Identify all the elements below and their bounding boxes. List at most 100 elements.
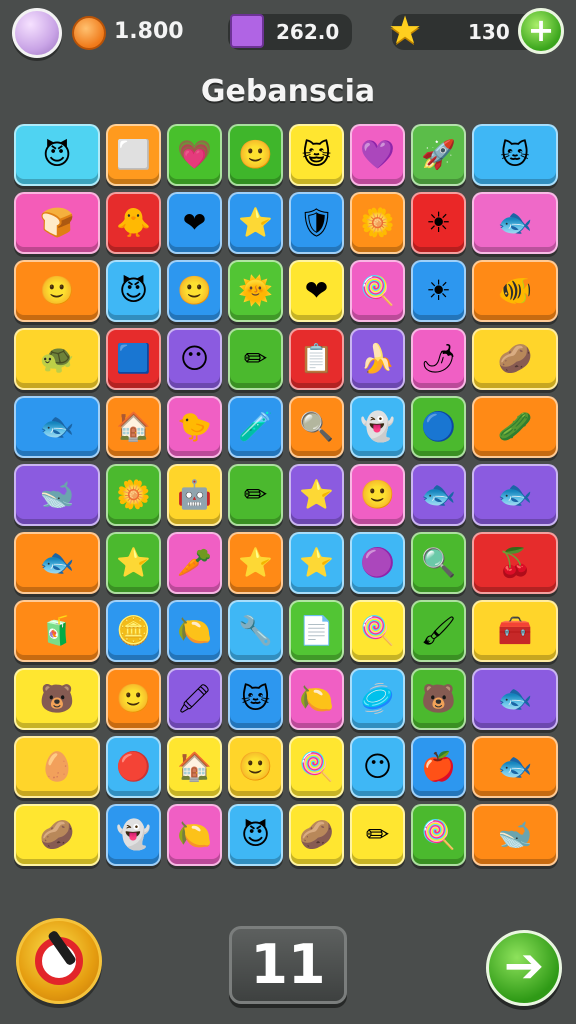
game-tile[interactable]: ✏ xyxy=(228,464,283,526)
game-tile[interactable]: ⭐ xyxy=(106,532,161,594)
game-tile[interactable]: 🤖 xyxy=(167,464,222,526)
game-tile[interactable]: 🐻 xyxy=(411,668,466,730)
game-tile[interactable]: 🙂 xyxy=(167,260,222,322)
game-tile[interactable]: 🍞 xyxy=(14,192,100,254)
game-tile[interactable]: ❤ xyxy=(167,192,222,254)
game-tile[interactable]: 🔍 xyxy=(289,396,344,458)
game-tile[interactable]: 😶 xyxy=(167,328,222,390)
game-tile[interactable]: ☀ xyxy=(411,192,466,254)
back-button[interactable] xyxy=(12,8,62,58)
game-tile[interactable]: 🍭 xyxy=(289,736,344,798)
game-tile[interactable]: 👻 xyxy=(106,804,161,866)
game-tile[interactable]: 🐠 xyxy=(472,260,558,322)
game-tile[interactable]: ✏ xyxy=(228,328,283,390)
game-tile[interactable]: 🙂 xyxy=(228,736,283,798)
game-tile[interactable]: 🖌 xyxy=(411,600,466,662)
game-tile[interactable]: 🥚 xyxy=(14,736,100,798)
game-tile[interactable]: 🥒 xyxy=(472,396,558,458)
game-tile[interactable]: 📋 xyxy=(289,328,344,390)
game-tile[interactable]: ⬜ xyxy=(106,124,161,186)
game-tile[interactable]: 🐢 xyxy=(14,328,100,390)
tile-icon: 🔴 xyxy=(116,750,151,783)
game-tile[interactable]: 👻 xyxy=(350,396,405,458)
game-tile[interactable]: 🐋 xyxy=(472,804,558,866)
game-tile[interactable]: 🙂 xyxy=(106,668,161,730)
game-tile[interactable]: 🙂 xyxy=(228,124,283,186)
game-tile[interactable]: 🌶 xyxy=(411,328,466,390)
game-tile[interactable]: 🍋 xyxy=(167,600,222,662)
game-tile[interactable]: 🥏 xyxy=(350,668,405,730)
game-tile[interactable]: ☀ xyxy=(411,260,466,322)
game-tile[interactable]: 🟣 xyxy=(350,532,405,594)
game-tile[interactable]: 😈 xyxy=(14,124,100,186)
game-tile[interactable]: 🐱 xyxy=(228,668,283,730)
game-tile[interactable]: 💜 xyxy=(350,124,405,186)
game-tile[interactable]: 🙂 xyxy=(14,260,100,322)
tile-icon: 📄 xyxy=(299,614,334,647)
game-tile[interactable]: 🌼 xyxy=(350,192,405,254)
game-tile[interactable]: 🥕 xyxy=(167,532,222,594)
game-tile[interactable]: 🏠 xyxy=(106,396,161,458)
game-tile[interactable]: 😈 xyxy=(228,804,283,866)
game-tile[interactable]: ⭐ xyxy=(289,532,344,594)
game-tile[interactable]: 😺 xyxy=(289,124,344,186)
game-tile[interactable]: 💗 xyxy=(167,124,222,186)
game-tile[interactable]: 🏠 xyxy=(167,736,222,798)
game-tile[interactable]: 🐟 xyxy=(411,464,466,526)
game-tile[interactable]: 🖍 xyxy=(167,668,222,730)
tile-icon: 🐥 xyxy=(116,206,151,239)
game-tile[interactable]: 😶 xyxy=(350,736,405,798)
game-tile[interactable]: 🥔 xyxy=(289,804,344,866)
game-tile[interactable]: 🛡 xyxy=(289,192,344,254)
tile-icon: ⭐ xyxy=(116,546,151,579)
game-tile[interactable]: ⭐ xyxy=(289,464,344,526)
game-tile[interactable]: ⭐ xyxy=(228,532,283,594)
game-tile[interactable]: 🟦 xyxy=(106,328,161,390)
game-tile[interactable]: 🧃 xyxy=(14,600,100,662)
game-tile[interactable]: 🥔 xyxy=(472,328,558,390)
game-tile[interactable]: 🍋 xyxy=(289,668,344,730)
game-tile[interactable]: 🐻 xyxy=(14,668,100,730)
game-tile[interactable]: 🐟 xyxy=(472,192,558,254)
game-tile[interactable]: 🍌 xyxy=(350,328,405,390)
game-tile[interactable]: 🐟 xyxy=(14,396,100,458)
game-tile[interactable]: 🐟 xyxy=(14,532,100,594)
game-tile[interactable]: ✏ xyxy=(350,804,405,866)
game-tile[interactable]: 😈 xyxy=(106,260,161,322)
add-stars-button[interactable]: + xyxy=(518,8,564,54)
game-tile[interactable]: 🥔 xyxy=(14,804,100,866)
game-tile[interactable]: 🍭 xyxy=(411,804,466,866)
next-button[interactable]: ➔ xyxy=(486,930,562,1006)
game-tile[interactable]: 🐟 xyxy=(472,736,558,798)
game-tile[interactable]: 🐟 xyxy=(472,464,558,526)
game-tile[interactable]: 🔍 xyxy=(411,532,466,594)
game-tile[interactable]: 🧪 xyxy=(228,396,283,458)
tile-icon: 🛡 xyxy=(298,206,335,239)
game-tile[interactable]: 🐋 xyxy=(14,464,100,526)
tile-icon: ⭐ xyxy=(299,478,334,511)
game-tile[interactable]: ⭐ xyxy=(228,192,283,254)
tile-icon: 🖍 xyxy=(176,682,213,715)
game-tile[interactable]: 🌞 xyxy=(228,260,283,322)
game-tile[interactable]: ❤ xyxy=(289,260,344,322)
game-tile[interactable]: 🌼 xyxy=(106,464,161,526)
game-tile[interactable]: 🐥 xyxy=(106,192,161,254)
tile-icon: 🍌 xyxy=(360,342,395,375)
game-tile[interactable]: 🚀 xyxy=(411,124,466,186)
game-tile[interactable]: 🍭 xyxy=(350,260,405,322)
game-tile[interactable]: 🐱 xyxy=(472,124,558,186)
game-tile[interactable]: 🍋 xyxy=(167,804,222,866)
game-tile[interactable]: 🍒 xyxy=(472,532,558,594)
hint-button[interactable] xyxy=(16,918,102,1004)
game-tile[interactable]: 🐤 xyxy=(167,396,222,458)
game-tile[interactable]: 📄 xyxy=(289,600,344,662)
game-tile[interactable]: 🔴 xyxy=(106,736,161,798)
game-tile[interactable]: 🔵 xyxy=(411,396,466,458)
game-tile[interactable]: 🐟 xyxy=(472,668,558,730)
game-tile[interactable]: 🍭 xyxy=(350,600,405,662)
game-tile[interactable]: 🪙 xyxy=(106,600,161,662)
game-tile[interactable]: 🧰 xyxy=(472,600,558,662)
game-tile[interactable]: 🍎 xyxy=(411,736,466,798)
game-tile[interactable]: 🙂 xyxy=(350,464,405,526)
game-tile[interactable]: 🔧 xyxy=(228,600,283,662)
